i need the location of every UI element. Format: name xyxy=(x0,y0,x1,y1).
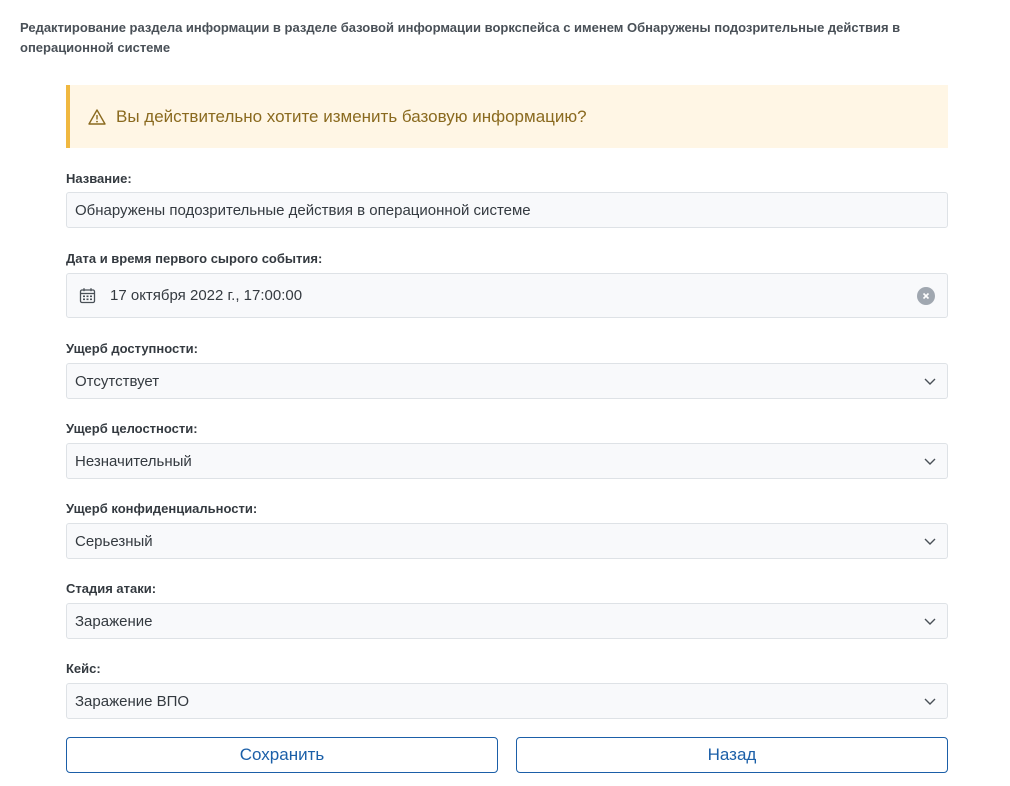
chevron-down-icon xyxy=(923,534,937,548)
name-input[interactable]: Обнаружены подозрительные действия в опе… xyxy=(66,192,948,228)
name-value: Обнаружены подозрительные действия в опе… xyxy=(75,201,531,219)
availability-value: Отсутствует xyxy=(75,372,160,390)
case-select[interactable]: Заражение ВПО xyxy=(66,683,948,719)
confidentiality-value: Серьезный xyxy=(75,532,153,550)
chevron-down-icon xyxy=(923,694,937,708)
edit-form: Вы действительно хотите изменить базовую… xyxy=(66,85,948,773)
attack-stage-label: Стадия атаки: xyxy=(66,581,157,596)
case-label: Кейс: xyxy=(66,661,101,676)
chevron-down-icon xyxy=(923,454,937,468)
first-event-datepicker[interactable]: 17 октября 2022 г., 17:00:00 xyxy=(66,273,948,318)
first-event-value: 17 октября 2022 г., 17:00:00 xyxy=(110,287,303,304)
integrity-label: Ущерб целостности: xyxy=(66,421,198,436)
availability-label: Ущерб доступности: xyxy=(66,341,198,356)
attack-stage-select[interactable]: Заражение xyxy=(66,603,948,639)
save-button[interactable]: Сохранить xyxy=(66,737,498,773)
integrity-value: Незначительный xyxy=(75,452,192,470)
confidentiality-select[interactable]: Серьезный xyxy=(66,523,948,559)
warning-triangle-icon xyxy=(88,108,106,126)
chevron-down-icon xyxy=(923,614,937,628)
name-label: Название: xyxy=(66,171,132,186)
attack-stage-value: Заражение xyxy=(75,612,153,630)
clear-icon[interactable] xyxy=(917,286,935,305)
case-value: Заражение ВПО xyxy=(75,692,190,710)
warning-banner: Вы действительно хотите изменить базовую… xyxy=(66,85,948,148)
back-button[interactable]: Назад xyxy=(516,737,948,773)
confidentiality-label: Ущерб конфиденциальности: xyxy=(66,501,258,516)
form-actions: Сохранить Назад xyxy=(66,737,948,773)
calendar-icon xyxy=(79,287,96,304)
integrity-select[interactable]: Незначительный xyxy=(66,443,948,479)
warning-text: Вы действительно хотите изменить базовую… xyxy=(116,106,587,126)
page-title: Редактирование раздела информации в разд… xyxy=(20,20,901,55)
first-event-label: Дата и время первого сырого события: xyxy=(66,251,323,266)
chevron-down-icon xyxy=(923,374,937,388)
availability-select[interactable]: Отсутствует xyxy=(66,363,948,399)
